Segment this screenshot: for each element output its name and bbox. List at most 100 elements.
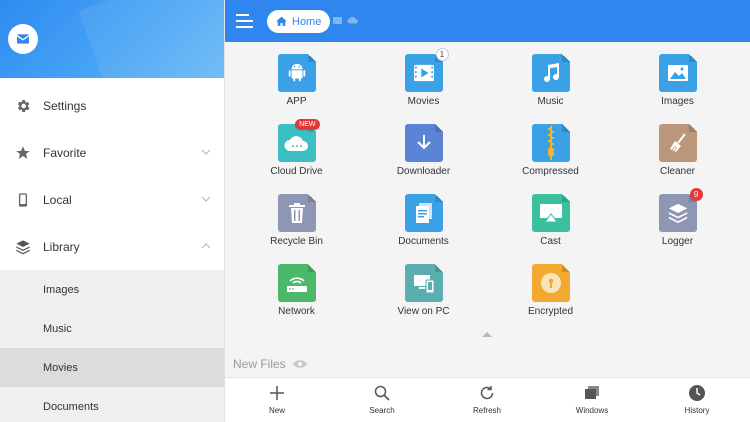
search-button-label: Search [369, 406, 395, 415]
sidebar-subitem-label: Images [43, 283, 80, 296]
trash-icon [277, 194, 316, 232]
chevron-down-icon[interactable] [200, 193, 212, 205]
grid-item-label: Music [537, 96, 564, 107]
sidebar-item-label: Library [43, 239, 80, 254]
grid-item-label: Downloader [396, 166, 451, 177]
grid-item-encrypted[interactable]: Encrypted [487, 252, 614, 317]
sidebar-subitem-images[interactable]: Images [0, 270, 224, 309]
cloud-icon: NEW [277, 119, 320, 162]
grid-item-label: Cloud Drive [270, 166, 323, 177]
grid-item-cleaner[interactable]: Cleaner [614, 112, 741, 177]
new-badge: NEW [295, 119, 320, 130]
breadcrumb-home[interactable]: Home [267, 10, 331, 33]
mail-icon [16, 34, 30, 44]
windows-button[interactable]: Windows [552, 384, 632, 415]
refresh-button[interactable]: Refresh [447, 384, 527, 415]
new-button-label: New [268, 406, 285, 415]
grid-item-label: APP [286, 96, 307, 107]
sidebar-subitem-label: Music [43, 322, 72, 335]
phone-icon [14, 191, 32, 209]
sidebar-subitem-documents[interactable]: Documents [0, 387, 224, 422]
gear-icon [14, 97, 32, 115]
plus-icon [270, 386, 284, 400]
sidebar-item-settings[interactable]: Settings [0, 82, 224, 129]
refresh-button-label: Refresh [472, 406, 501, 415]
eye-icon[interactable] [292, 359, 308, 369]
sidebar: Settings Favorite Local Library Images M… [0, 0, 225, 422]
windows-button-label: Windows [575, 406, 609, 415]
grid-item-label: Cast [540, 236, 561, 247]
grid-item-view-on-pc[interactable]: View on PC [360, 252, 487, 317]
grid-item-app[interactable]: APP [233, 42, 360, 107]
grid-item-label: View on PC [397, 306, 450, 317]
grid-item-label: Images [661, 96, 694, 107]
sidebar-item-library[interactable]: Library [0, 223, 224, 270]
sidebar-item-local[interactable]: Local [0, 176, 224, 223]
storage-icon[interactable] [333, 17, 342, 24]
grid-item-label: Network [278, 306, 315, 317]
sidebar-item-favorite[interactable]: Favorite [0, 129, 224, 176]
image-icon [658, 54, 697, 92]
refresh-icon [480, 386, 494, 400]
grid-item-music[interactable]: Music [487, 42, 614, 107]
count-badge: 1 [435, 48, 449, 61]
chevron-up-icon[interactable] [200, 240, 212, 252]
bottom-toolbar: New Search Refresh Windows History [225, 377, 750, 422]
chevron-down-icon[interactable] [200, 146, 212, 158]
lock-icon [531, 264, 570, 302]
grid-item-compressed[interactable]: Compressed [487, 112, 614, 177]
mail-button[interactable] [8, 24, 38, 54]
count-badge: 9 [689, 188, 703, 201]
download-icon [404, 124, 443, 162]
router-icon [277, 264, 316, 302]
windows-icon [585, 386, 599, 399]
grid-item-network[interactable]: Network [233, 252, 360, 317]
zipper-icon [531, 124, 570, 162]
layers-icon: 9 [658, 188, 703, 232]
home-icon [276, 16, 287, 26]
grid-item-cast[interactable]: Cast [487, 182, 614, 247]
grid-item-logger[interactable]: 9 Logger [614, 182, 741, 247]
android-icon [277, 54, 316, 92]
grid-item-movies[interactable]: 1 Movies [360, 42, 487, 107]
history-button[interactable]: History [657, 384, 737, 415]
layers-icon [14, 238, 32, 256]
grid-item-cloud-drive[interactable]: NEW Cloud Drive [233, 112, 360, 177]
top-bar: Home [225, 0, 750, 42]
sidebar-header [0, 0, 224, 78]
sidebar-subitem-music[interactable]: Music [0, 309, 224, 348]
grid-item-label: Cleaner [659, 166, 696, 177]
search-button[interactable]: Search [342, 384, 422, 415]
history-button-label: History [684, 406, 710, 415]
star-icon [14, 144, 32, 162]
breadcrumb-label: Home [292, 15, 322, 28]
monitor-phone-icon [404, 264, 443, 302]
grid-item-images[interactable]: Images [614, 42, 741, 107]
cast-icon [531, 194, 570, 232]
grid-item-downloader[interactable]: Downloader [360, 112, 487, 177]
grid-item-label: Logger [661, 236, 694, 247]
grid-item-label: Movies [407, 96, 440, 107]
grid-item-label: Documents [398, 236, 449, 247]
collapse-arrow-icon[interactable] [482, 332, 492, 337]
new-button[interactable]: New [237, 384, 317, 415]
grid-item-label: Encrypted [527, 306, 574, 317]
document-icon [404, 194, 443, 232]
grid-item-recycle-bin[interactable]: Recycle Bin [233, 182, 360, 247]
grid-item-label: Compressed [522, 166, 579, 177]
sidebar-subitem-movies[interactable]: Movies [0, 348, 224, 387]
clock-icon [689, 385, 705, 401]
new-files-label: New Files [233, 357, 286, 371]
sidebar-subitem-label: Movies [43, 361, 78, 374]
sidebar-item-label: Settings [43, 98, 87, 113]
sidebar-item-label: Favorite [43, 145, 87, 160]
sidebar-item-label: Local [43, 192, 72, 207]
menu-icon[interactable] [236, 12, 254, 30]
music-note-icon [531, 54, 570, 92]
search-icon [374, 385, 390, 401]
new-files-header: New Files [233, 357, 308, 371]
grid-item-documents[interactable]: Documents [360, 182, 487, 247]
grid-item-label: Recycle Bin [270, 236, 323, 247]
sidebar-subitem-label: Documents [43, 400, 99, 413]
cloud-icon[interactable] [347, 16, 358, 24]
